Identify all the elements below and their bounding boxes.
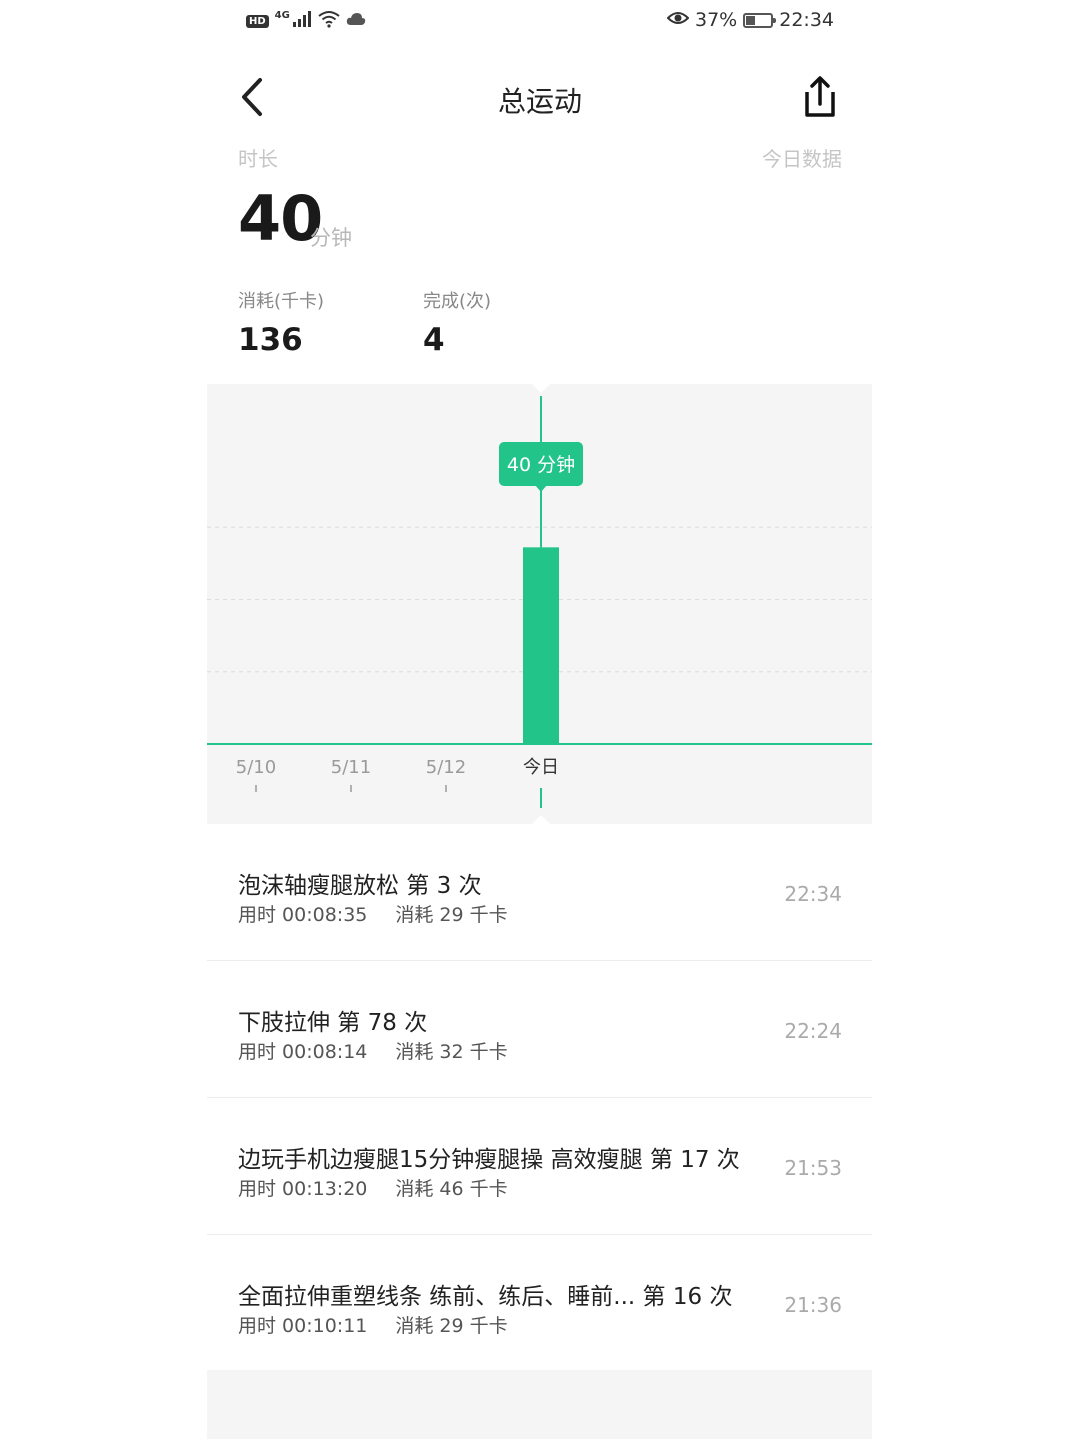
- record-item[interactable]: 边玩手机边瘦腿15分钟瘦腿操 高效瘦腿 第 17 次用时 00:13:20 消耗 …: [207, 1098, 872, 1235]
- record-duration: 用时 00:08:14: [238, 1041, 368, 1063]
- duration-unit: 分钟: [310, 226, 352, 250]
- record-duration: 用时 00:10:11: [238, 1315, 368, 1337]
- record-calories: 消耗 46 千卡: [395, 1178, 508, 1200]
- share-button[interactable]: [798, 74, 842, 124]
- duration-chart[interactable]: 5/10 5/11 5/12 今日 40 分钟: [207, 384, 872, 824]
- calories-label: 消耗(千卡): [238, 291, 325, 312]
- record-item[interactable]: 泡沫轴瘦腿放松 第 3 次用时 00:08:35 消耗 29 千卡 22:34: [207, 824, 872, 961]
- record-time: 21:36: [784, 1293, 842, 1317]
- eye-icon: [666, 9, 690, 31]
- record-calories: 消耗 29 千卡: [395, 1315, 508, 1337]
- chart-tooltip-pointer: [535, 485, 547, 492]
- record-list: 泡沫轴瘦腿放松 第 3 次用时 00:08:35 消耗 29 千卡 22:34 下肢拉…: [207, 824, 872, 1372]
- page-title: 总运动: [497, 85, 582, 118]
- record-duration: 用时 00:08:35: [238, 904, 368, 926]
- network-type: 4G: [274, 9, 290, 21]
- completed-value: 4: [423, 322, 445, 358]
- record-item[interactable]: 全面拉伸重塑线条 练前、练后、睡前... 第 16 次用时 00:10:11 消耗…: [207, 1235, 872, 1372]
- duration-label: 时长: [238, 147, 278, 171]
- record-meta: 用时 00:08:35 消耗 29 千卡: [238, 900, 508, 927]
- top-bar: 总运动: [0, 60, 1080, 140]
- record-title: 下肢拉伸 第 78 次: [238, 1010, 428, 1036]
- share-icon: [805, 76, 835, 117]
- calories-value: 136: [238, 322, 303, 358]
- chart-tick-label: 5/11: [331, 757, 371, 778]
- record-calories: 消耗 32 千卡: [395, 1041, 508, 1063]
- battery-fill: [746, 15, 756, 25]
- selection-notch-bottom: [532, 815, 550, 824]
- chart-tooltip-text: 40 分钟: [507, 454, 575, 476]
- chart-tick-label: 5/12: [426, 757, 466, 778]
- signal-icon: [292, 11, 312, 31]
- chart-bar: [523, 547, 559, 744]
- battery-icon: [743, 12, 777, 28]
- completed-label: 完成(次): [423, 291, 492, 312]
- record-title: 全面拉伸重塑线条 练前、练后、睡前... 第 16 次: [238, 1284, 733, 1310]
- chart-svg: 5/10 5/11 5/12 今日 40 分钟: [207, 384, 872, 824]
- record-title: 泡沫轴瘦腿放松 第 3 次: [238, 873, 482, 899]
- record-meta: 用时 00:08:14 消耗 32 千卡: [238, 1037, 508, 1064]
- record-calories: 消耗 29 千卡: [395, 904, 508, 926]
- record-title: 边玩手机边瘦腿15分钟瘦腿操 高效瘦腿 第 17 次: [238, 1147, 740, 1173]
- cloud-icon: [346, 12, 366, 30]
- record-time: 22:24: [784, 1019, 842, 1043]
- record-time: 21:53: [784, 1156, 842, 1180]
- record-meta: 用时 00:10:11 消耗 29 千卡: [238, 1311, 508, 1338]
- chart-tick-label: 今日: [523, 757, 559, 778]
- status-bar: HD 4G 37% 22:34: [0, 0, 1080, 46]
- selection-notch-top: [532, 384, 550, 393]
- chart-tick-label: 5/10: [236, 757, 276, 778]
- wifi-icon: [318, 10, 340, 32]
- bottom-panel: [207, 1370, 872, 1439]
- record-item[interactable]: 下肢拉伸 第 78 次用时 00:08:14 消耗 32 千卡 22:24: [207, 961, 872, 1098]
- battery-percent: 37%: [695, 9, 738, 31]
- hd-badge: HD: [246, 14, 269, 28]
- clock: 22:34: [779, 9, 834, 31]
- status-right: 37% 22:34: [666, 9, 834, 31]
- status-left: HD 4G: [246, 10, 366, 32]
- record-meta: 用时 00:13:20 消耗 46 千卡: [238, 1174, 508, 1201]
- record-time: 22:34: [784, 882, 842, 906]
- record-duration: 用时 00:13:20: [238, 1178, 368, 1200]
- today-data-label: 今日数据: [762, 147, 842, 171]
